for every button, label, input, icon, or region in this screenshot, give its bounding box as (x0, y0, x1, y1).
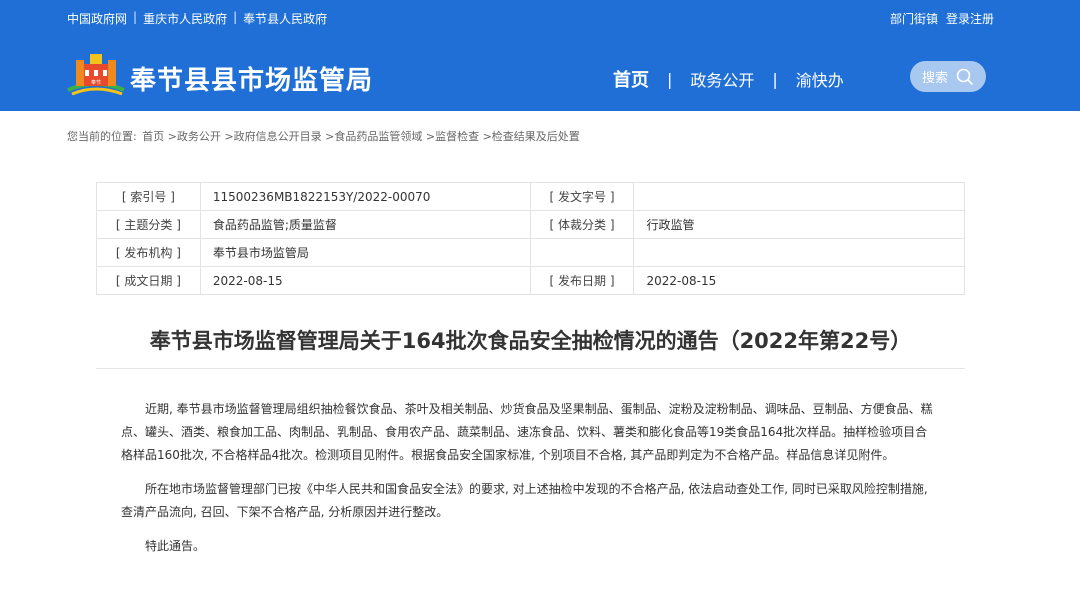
meta-value: 行政监管 (633, 210, 965, 239)
search-icon (956, 68, 974, 85)
meta-label: [ 成文日期 ] (96, 266, 201, 295)
empty-cell (633, 238, 965, 267)
meta-label: [ 发布日期 ] (529, 266, 635, 295)
article-title: 奉节县市场监督管理局关于164批次食品安全抽检情况的通告（2022年第22号） (149, 329, 912, 353)
link-login-register[interactable]: 登录注册 (946, 10, 994, 27)
breadcrumb-results[interactable]: >检查结果及后处置 (483, 130, 580, 143)
divider: | (233, 10, 238, 24)
table-row: [ 索引号 ] 11500236MB1822153Y/2022-00070 [ … (96, 182, 965, 211)
link-departments[interactable]: 部门街镇 (890, 10, 938, 27)
meta-label: [ 主题分类 ] (96, 210, 201, 239)
table-row: [ 发布机构 ] 奉节县市场监管局 (96, 238, 965, 267)
nav-yukuaiban[interactable]: 渝快办 (796, 67, 844, 91)
link-fengjie-gov[interactable]: 奉节县人民政府 (243, 10, 327, 27)
article-paragraph: 近期, 奉节县市场监督管理局组织抽检餐饮食品、茶叶及相关制品、炒货食品及坚果制品… (121, 402, 933, 462)
divider: | (667, 69, 673, 89)
meta-value: 11500236MB1822153Y/2022-00070 (199, 182, 531, 211)
article-paragraph: 所在地市场监督管理部门已按《中华人民共和国食品安全法》的要求, 对上述抽检中发现… (121, 482, 928, 519)
title-divider (96, 368, 965, 369)
meta-label: [ 发文字号 ] (529, 182, 635, 211)
link-gov-cn[interactable]: 中国政府网 (67, 10, 127, 27)
document-meta-table: [ 索引号 ] 11500236MB1822153Y/2022-00070 [ … (96, 182, 965, 295)
breadcrumb-gov-affairs[interactable]: >政务公开 (168, 130, 221, 143)
account-links: 部门街镇 登录注册 (890, 10, 994, 27)
breadcrumb-food-drug[interactable]: >食品药品监管领域 (325, 130, 422, 143)
svg-text:奉节: 奉节 (91, 79, 101, 86)
table-row: [ 成文日期 ] 2022-08-15 [ 发布日期 ] 2022-08-15 (96, 266, 965, 295)
table-row: [ 主题分类 ] 食品药品监管;质量监督 [ 体裁分类 ] 行政监管 (96, 210, 965, 239)
divider: | (772, 69, 778, 89)
link-chongqing-gov[interactable]: 重庆市人民政府 (143, 10, 227, 27)
meta-label: [ 体裁分类 ] (529, 210, 635, 239)
nav-home[interactable]: 首页 (613, 66, 649, 92)
meta-value: 2022-08-15 (633, 266, 965, 295)
nav-gov-affairs[interactable]: 政务公开 (690, 67, 754, 91)
emblem-logo-icon[interactable]: 奉节 (66, 50, 126, 96)
meta-value: 2022-08-15 (199, 266, 531, 295)
meta-value: 食品药品监管;质量监督 (199, 210, 531, 239)
breadcrumb: 您当前的位置: 首页 >政务公开 >政府信息公开目录 >食品药品监管领域 >监督… (67, 128, 580, 144)
article-paragraph: 特此通告。 (145, 539, 206, 553)
top-links: 中国政府网 | 重庆市人民政府 | 奉节县人民政府 (67, 10, 327, 27)
meta-value (633, 182, 965, 211)
site-header: 中国政府网 | 重庆市人民政府 | 奉节县人民政府 部门街镇 登录注册 奉节 奉… (0, 0, 1080, 111)
search-label: 搜索 (921, 71, 948, 86)
meta-label: [ 索引号 ] (96, 182, 201, 211)
meta-label: [ 发布机构 ] (96, 238, 201, 267)
breadcrumb-home[interactable]: 首页 (142, 130, 164, 143)
main-nav: 首页 | 政务公开 | 渝快办 (613, 66, 844, 92)
empty-cell (529, 238, 635, 267)
breadcrumb-catalog[interactable]: >政府信息公开目录 (224, 130, 321, 143)
article-body: 近期, 奉节县市场监督管理局组织抽检餐饮食品、茶叶及相关制品、炒货食品及坚果制品… (121, 398, 935, 569)
site-name[interactable]: 奉节县县市场监管局 (130, 60, 373, 97)
divider: | (133, 10, 138, 24)
breadcrumb-inspection[interactable]: >监督检查 (426, 130, 479, 143)
search-button[interactable]: 搜索 (910, 61, 986, 92)
breadcrumb-prefix: 您当前的位置: (67, 130, 137, 143)
meta-value: 奉节县市场监管局 (199, 238, 531, 267)
